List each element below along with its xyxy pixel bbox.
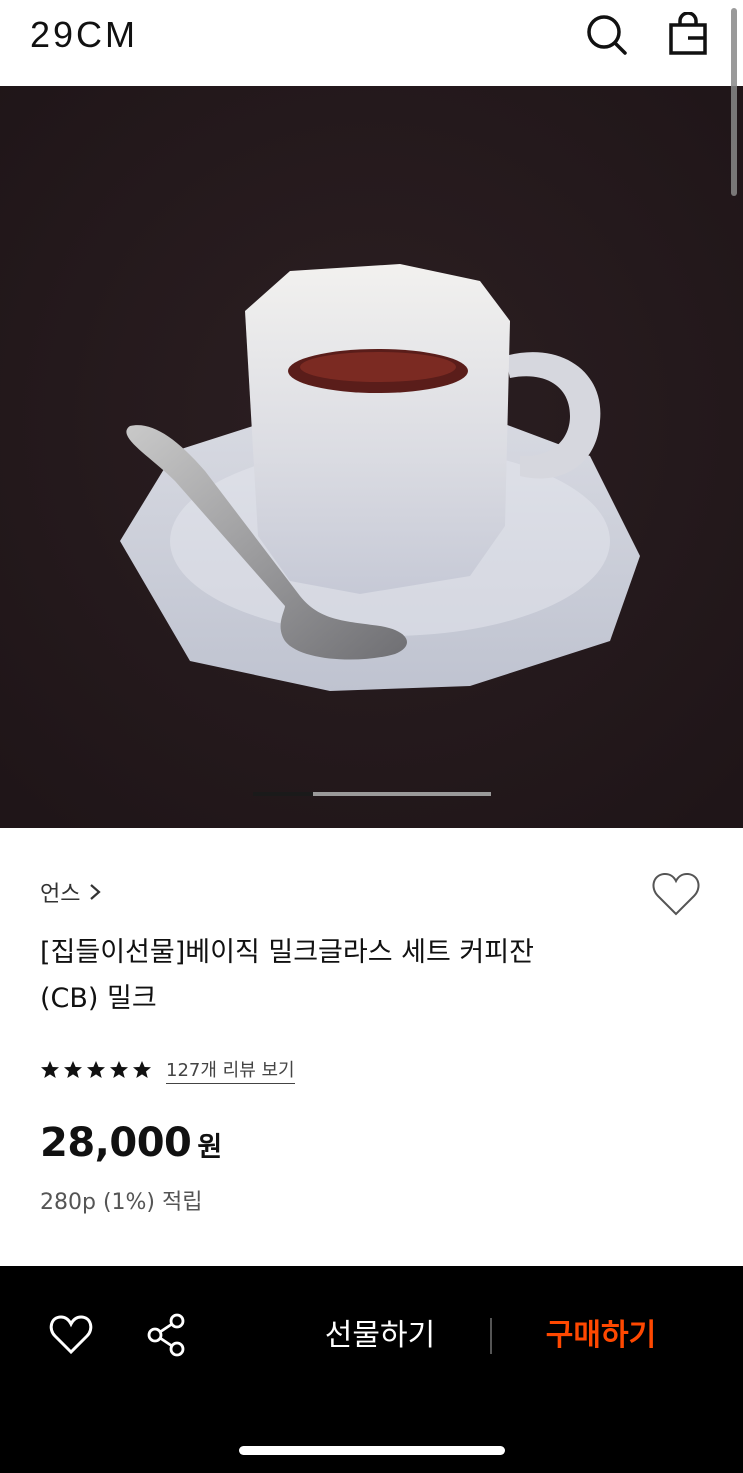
reward-points: 280p (1%) 적립 [40, 1190, 203, 1215]
star-rating [40, 1060, 152, 1080]
star-icon [64, 1061, 82, 1078]
star-icon [41, 1061, 59, 1078]
share-icon[interactable] [144, 1312, 190, 1358]
product-image-gallery[interactable] [0, 86, 743, 828]
chevron-right-icon [90, 884, 102, 900]
brand-name: 언스 [40, 882, 81, 907]
star-icon [87, 1061, 105, 1078]
review-link[interactable]: 127개 리뷰 보기 [166, 1056, 295, 1084]
product-title-line2: (CB) 밀크 [40, 983, 157, 1014]
bottom-action-bar [0, 1266, 743, 1473]
star-icon [133, 1061, 151, 1078]
gallery-indicator-active [253, 792, 313, 796]
gallery-indicator [253, 792, 491, 796]
buy-button[interactable]: 구매하기 [520, 1310, 682, 1354]
wishlist-heart-icon[interactable] [650, 870, 702, 920]
price-value: 28,000 [40, 1120, 192, 1166]
product-title: [집들이선물]베이직 밀크글라스 세트 커피잔 (CB) 밀크 [40, 930, 640, 1022]
search-icon[interactable] [584, 12, 628, 56]
price-unit: 원 [197, 1132, 223, 1163]
top-header: 29CM [0, 0, 743, 86]
price: 28,000 원 [40, 1120, 222, 1166]
brand-link[interactable]: 언스 [40, 876, 102, 908]
gift-button[interactable]: 선물하기 [300, 1310, 460, 1354]
home-indicator[interactable] [239, 1446, 505, 1455]
star-icon [110, 1061, 128, 1078]
product-image [0, 86, 743, 828]
rating-row: 127개 리뷰 보기 [40, 1056, 295, 1084]
scrollbar[interactable] [731, 8, 737, 196]
button-divider [490, 1318, 492, 1354]
shopping-bag-icon[interactable] [666, 12, 710, 56]
heart-icon[interactable] [48, 1312, 94, 1358]
product-title-line1: [집들이선물]베이직 밀크글라스 세트 커피잔 [40, 937, 534, 968]
logo[interactable]: 29CM [30, 14, 138, 56]
